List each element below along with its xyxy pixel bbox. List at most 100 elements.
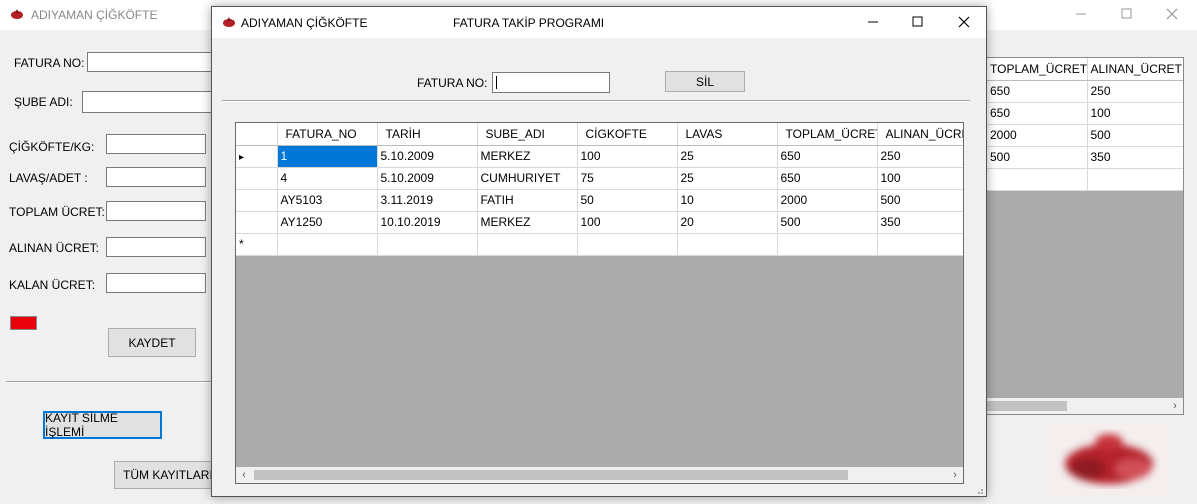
table-cell[interactable]: 25 (677, 145, 778, 168)
chevron-left-icon[interactable]: ‹ (236, 467, 252, 483)
minimize-icon[interactable] (863, 15, 883, 29)
dialog-data-grid[interactable]: FATURA_NO TARİH SUBE_ADI CİGKOFTE LAVAS TOPLA… (235, 122, 964, 484)
chevron-right-icon[interactable]: › (947, 467, 963, 483)
row-header[interactable] (236, 211, 278, 234)
table-cell[interactable] (777, 233, 878, 256)
row-header[interactable]: ▸ (236, 145, 278, 168)
table-cell[interactable]: 100 (577, 145, 678, 168)
row-header[interactable] (236, 189, 278, 212)
table-cell[interactable]: 10.10.2019 (377, 211, 478, 234)
current-row-marker: ▸ (239, 152, 245, 163)
table-cell[interactable]: 250 (1087, 80, 1183, 103)
table-cell[interactable]: 500 (877, 189, 963, 212)
table-cell[interactable]: CUMHURIYET (477, 167, 578, 190)
alinan-ucret-field[interactable] (106, 237, 206, 257)
table-row[interactable]: AY5103 3.11.2019 FATIH 50 10 2000 500 (236, 189, 963, 212)
table-cell[interactable]: 500 (987, 146, 1088, 169)
kayit-silme-button[interactable]: KAYIT SİLME İŞLEMİ (43, 411, 162, 439)
table-cell[interactable]: AY1250 (277, 211, 378, 234)
table-row[interactable]: 4 5.10.2009 CUMHURIYET 75 25 650 100 (236, 167, 963, 190)
table-cell[interactable]: 100 (877, 167, 963, 190)
table-cell[interactable]: 650 (777, 145, 878, 168)
table-cell[interactable]: AY5103 (277, 189, 378, 212)
table-cell[interactable]: 500 (777, 211, 878, 234)
table-row[interactable]: 500 350 (987, 146, 1183, 169)
table-cell[interactable] (877, 233, 963, 256)
chevron-right-icon[interactable]: › (1167, 398, 1183, 414)
new-row[interactable]: * (236, 233, 963, 256)
table-cell[interactable] (477, 233, 578, 256)
column-header[interactable]: SUBE_ADI (477, 123, 578, 146)
row-header[interactable] (236, 167, 278, 190)
table-row[interactable]: 650 100 (987, 102, 1183, 125)
table-cell[interactable]: 2000 (987, 124, 1088, 147)
table-row[interactable] (987, 168, 1183, 191)
table-cell[interactable] (277, 233, 378, 256)
dialog-grid-hscrollbar[interactable]: ‹ › (236, 467, 963, 483)
table-cell[interactable]: 3.11.2019 (377, 189, 478, 212)
table-row[interactable]: 2000 500 (987, 124, 1183, 147)
dialog-fatura-no-input[interactable] (492, 72, 610, 93)
table-cell[interactable]: 20 (677, 211, 778, 234)
table-cell[interactable]: MERKEZ (477, 211, 578, 234)
table-cell[interactable] (677, 233, 778, 256)
table-cell[interactable]: 5.10.2009 (377, 145, 478, 168)
maximize-icon[interactable] (908, 15, 928, 29)
column-header[interactable]: TOPLAM_ÜCRET (777, 123, 878, 146)
column-header[interactable]: FATURA_NO (277, 123, 378, 146)
table-cell[interactable]: 2000 (777, 189, 878, 212)
main-grid-hscrollbar[interactable]: › (987, 398, 1183, 414)
table-cell[interactable]: 650 (987, 102, 1088, 125)
table-cell[interactable] (577, 233, 678, 256)
table-cell[interactable]: FATIH (477, 189, 578, 212)
table-cell[interactable]: 100 (577, 211, 678, 234)
fatura-no-field[interactable] (87, 52, 217, 72)
table-cell[interactable]: 10 (677, 189, 778, 212)
table-cell[interactable]: 650 (777, 167, 878, 190)
main-data-grid[interactable]: TOPLAM_ÜCRET ALINAN_ÜCRET 650 250 650 100 200… (986, 57, 1184, 415)
close-icon[interactable] (954, 14, 974, 30)
minimize-icon[interactable] (1071, 7, 1091, 21)
table-row[interactable]: 650 250 (987, 80, 1183, 103)
close-icon[interactable] (1162, 6, 1182, 22)
lavas-field[interactable] (106, 167, 206, 187)
table-cell[interactable]: 250 (877, 145, 963, 168)
text-cursor (496, 76, 497, 89)
main-grid-hscroll-thumb[interactable] (987, 401, 1067, 411)
table-cell[interactable]: 350 (1087, 146, 1183, 169)
column-header[interactable]: LAVAS (677, 123, 778, 146)
tum-kayitlar-button[interactable]: TÜM KAYITLARI G (114, 461, 214, 489)
logo-image (1048, 424, 1170, 496)
table-cell[interactable]: 25 (677, 167, 778, 190)
table-cell[interactable] (987, 168, 1088, 191)
sil-button[interactable]: SİL (665, 71, 745, 92)
table-cell[interactable]: 5.10.2009 (377, 167, 478, 190)
table-cell[interactable]: 500 (1087, 124, 1183, 147)
toplam-ucret-field[interactable] (106, 201, 206, 221)
column-header[interactable]: ALINAN_ÜCRET (877, 123, 963, 146)
table-cell[interactable]: 75 (577, 167, 678, 190)
kalan-ucret-field[interactable] (106, 273, 206, 293)
table-row[interactable]: AY1250 10.10.2019 MERKEZ 100 20 500 350 (236, 211, 963, 234)
table-cell[interactable]: 50 (577, 189, 678, 212)
table-cell[interactable] (377, 233, 478, 256)
cigkofte-field[interactable] (106, 134, 206, 154)
table-cell[interactable]: 4 (277, 167, 378, 190)
column-header[interactable]: CİGKOFTE (577, 123, 678, 146)
dialog-divider (222, 100, 970, 102)
table-cell[interactable]: MERKEZ (477, 145, 578, 168)
row-header[interactable]: * (236, 233, 278, 256)
maximize-icon[interactable] (1117, 7, 1137, 21)
sube-adi-field[interactable] (82, 91, 217, 113)
table-cell[interactable]: 100 (1087, 102, 1183, 125)
kaydet-button[interactable]: KAYDET (108, 328, 196, 357)
dialog-grid-hscroll-thumb[interactable] (254, 470, 848, 480)
table-cell[interactable] (1087, 168, 1183, 191)
table-row[interactable]: ▸ 1 5.10.2009 MERKEZ 100 25 650 250 (236, 145, 963, 168)
tum-kayitlar-button-label: TÜM KAYITLARI G (123, 468, 213, 482)
column-header[interactable]: TARİH (377, 123, 478, 146)
table-cell[interactable]: 350 (877, 211, 963, 234)
table-cell[interactable]: 1 (277, 145, 378, 168)
resize-grip-icon[interactable] (974, 484, 984, 494)
table-cell[interactable]: 650 (987, 80, 1088, 103)
